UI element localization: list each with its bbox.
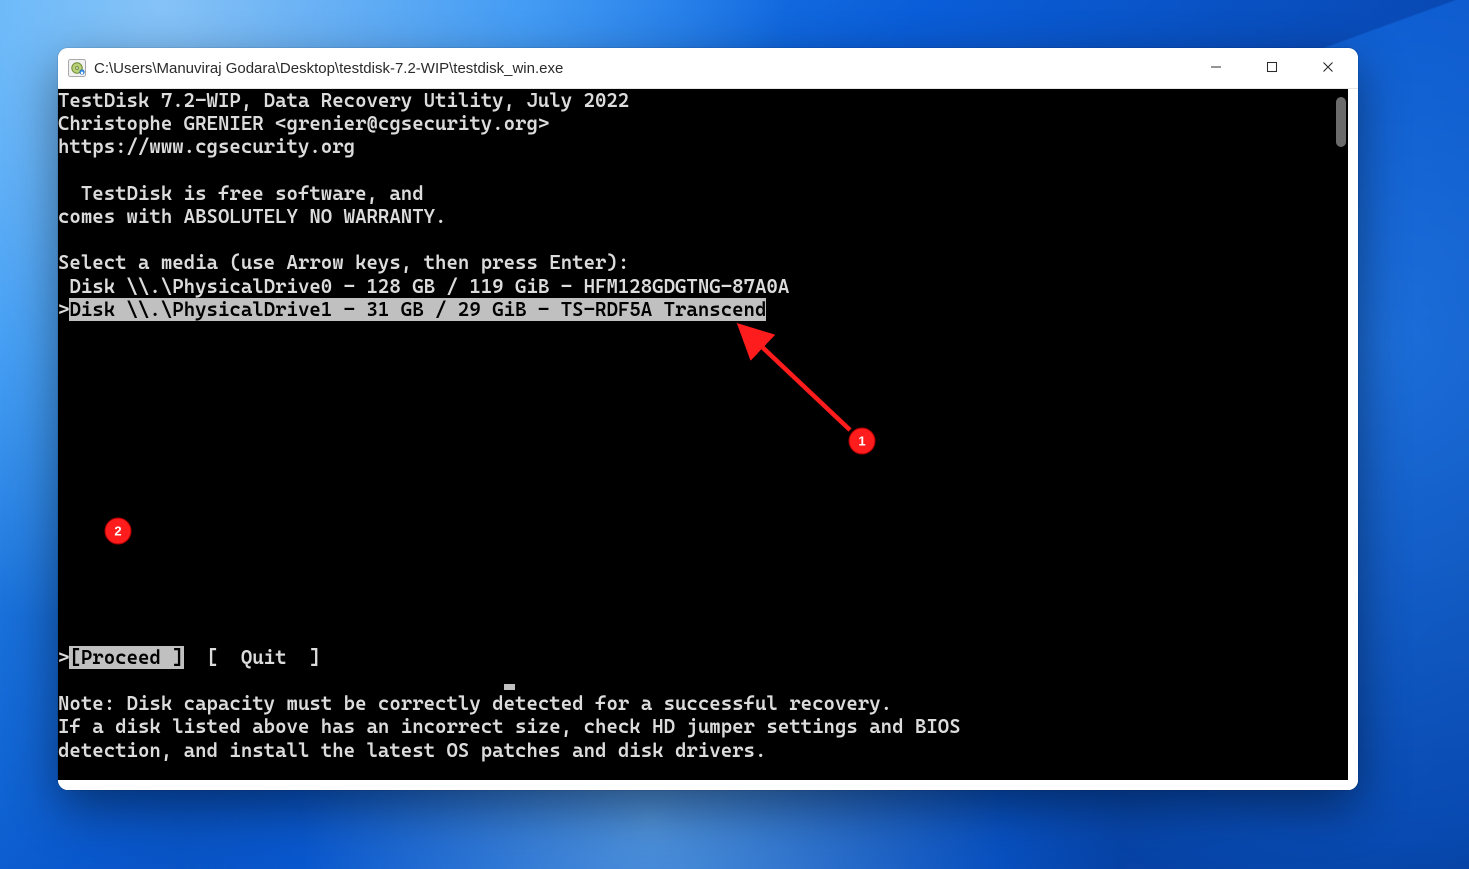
blank-line <box>58 344 1348 367</box>
drive-option-1[interactable]: >Disk \\.\PhysicalDrive1 - 31 GB / 29 Gi… <box>58 298 1348 321</box>
note-line: If a disk listed above has an incorrect … <box>58 715 1348 738</box>
blank-line <box>58 437 1348 460</box>
blank-line <box>58 159 1348 182</box>
maximize-button[interactable] <box>1244 48 1300 88</box>
console-window: C:\Users\Manuviraj Godara\Desktop\testdi… <box>58 48 1358 790</box>
terminal-viewport[interactable]: TestDisk 7.2-WIP, Data Recovery Utility,… <box>58 89 1348 780</box>
drive-option-1-selected-text: Disk \\.\PhysicalDrive1 - 31 GB / 29 GiB… <box>69 298 766 321</box>
blank-line <box>58 391 1348 414</box>
window-controls <box>1188 48 1356 88</box>
scrollbar-thumb[interactable] <box>1336 97 1346 147</box>
blank-line <box>58 599 1348 622</box>
blank-line <box>58 460 1348 483</box>
desktop-background: C:\Users\Manuviraj Godara\Desktop\testdi… <box>0 0 1469 869</box>
terminal-content: TestDisk 7.2-WIP, Data Recovery Utility,… <box>58 89 1348 780</box>
drive-option-0[interactable]: Disk \\.\PhysicalDrive0 - 128 GB / 119 G… <box>58 275 1348 298</box>
menu-row: >[Proceed ] [ Quit ] <box>58 646 1348 669</box>
free-software-line: TestDisk is free software, and <box>58 182 1348 205</box>
blank-line <box>58 367 1348 390</box>
blank-line <box>58 228 1348 251</box>
blank-line <box>58 507 1348 530</box>
note-line: detection, and install the latest OS pat… <box>58 739 1348 762</box>
close-button[interactable] <box>1300 48 1356 88</box>
header-line: https://www.cgsecurity.org <box>58 135 1348 158</box>
header-line: TestDisk 7.2-WIP, Data Recovery Utility,… <box>58 89 1348 112</box>
terminal-scrollbar[interactable] <box>1331 89 1348 780</box>
blank-line <box>58 483 1348 506</box>
quit-option[interactable]: [ Quit ] <box>184 646 321 669</box>
minimize-button[interactable] <box>1188 48 1244 88</box>
blank-line <box>58 576 1348 599</box>
blank-line <box>58 321 1348 344</box>
window-title: C:\Users\Manuviraj Godara\Desktop\testdi… <box>94 60 1188 77</box>
blank-line <box>58 553 1348 576</box>
header-line: Christophe GRENIER <grenier@cgsecurity.o… <box>58 112 1348 135</box>
warranty-line: comes with ABSOLUTELY NO WARRANTY. <box>58 205 1348 228</box>
proceed-option[interactable]: [Proceed ] <box>69 646 183 669</box>
note-line: Note: Disk capacity must be correctly de… <box>58 692 1348 715</box>
titlebar[interactable]: C:\Users\Manuviraj Godara\Desktop\testdi… <box>58 48 1358 89</box>
cursor-line <box>58 669 1348 692</box>
blank-line <box>58 414 1348 437</box>
cursor-icon <box>504 684 515 690</box>
blank-line <box>58 530 1348 553</box>
maximize-icon <box>1266 60 1278 77</box>
testdisk-exe-icon <box>68 59 86 77</box>
close-icon <box>1322 60 1334 77</box>
blank-line <box>58 623 1348 646</box>
select-prompt: Select a media (use Arrow keys, then pre… <box>58 251 1348 274</box>
minimize-icon <box>1210 60 1222 77</box>
